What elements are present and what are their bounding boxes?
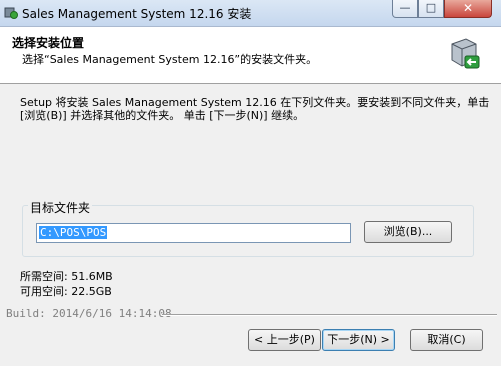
separator-line [162, 314, 497, 316]
destination-folder-label: 目标文件夹 [28, 199, 93, 216]
installer-app-icon [4, 7, 18, 19]
minimize-button[interactable]: — [392, 0, 418, 18]
minimize-icon: — [399, 1, 411, 14]
back-button[interactable]: < 上一步(P) [248, 329, 321, 351]
page-title: 选择安装位置 [12, 36, 85, 50]
page-subtitle: 选择“Sales Management System 12.16”的安装文件夹。 [22, 53, 318, 66]
instructions-text: Setup 将安装 Sales Management System 12.16 … [20, 96, 490, 122]
wizard-header: 选择安装位置 选择“Sales Management System 12.16”… [0, 27, 501, 84]
cancel-button[interactable]: 取消(C) [410, 329, 483, 351]
build-separator: Build: 2014/6/16 14:14:08 [0, 307, 501, 321]
destination-path-value: C:\POS\POS [39, 226, 108, 239]
installer-disk-icon [451, 38, 480, 69]
available-space-text: 可用空间: 22.5GB [20, 285, 112, 298]
next-button[interactable]: 下一步(N) > [322, 329, 395, 351]
title-bar[interactable]: Sales Management System 12.16 安装 — □ ✕ [0, 0, 501, 27]
maximize-icon: □ [425, 1, 437, 14]
maximize-button[interactable]: □ [418, 0, 444, 18]
destination-path-input[interactable]: C:\POS\POS [36, 223, 351, 243]
build-info: Build: 2014/6/16 14:14:08 [6, 307, 172, 320]
close-icon: ✕ [462, 1, 474, 15]
required-space-text: 所需空间: 51.6MB [20, 270, 113, 283]
browse-button[interactable]: 浏览(B)... [364, 221, 452, 243]
window-title: Sales Management System 12.16 安装 [22, 7, 252, 21]
close-button[interactable]: ✕ [444, 0, 492, 18]
